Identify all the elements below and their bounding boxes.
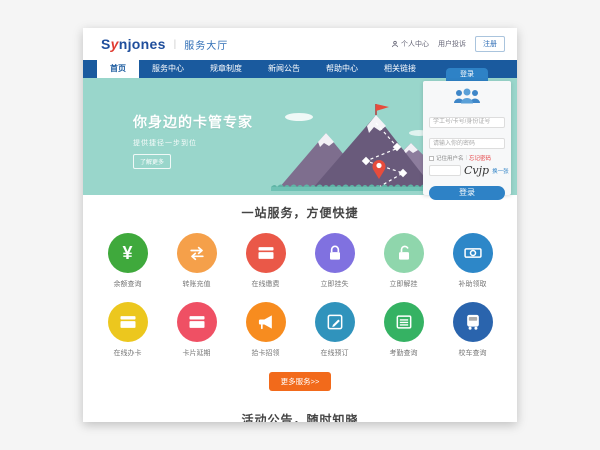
services-title: 一站服务，方便快捷 <box>83 204 517 221</box>
transfer-icon <box>177 233 217 273</box>
service-report-loss[interactable]: 立即挂失 <box>300 233 369 289</box>
card-icon <box>246 233 286 273</box>
hero-text-block: 你身边的卡管专家 提供捷径一步到位 了解更多 <box>133 112 253 169</box>
login-form: 记住用户名 | 忘记密码 Cvjp 换一张 登录 <box>423 81 511 195</box>
browser-page: Synjones | 服务大厅 个人中心 用户投诉 注册 首页 服务中心 规章制… <box>83 28 517 422</box>
service-label: 立即解挂 <box>390 279 418 289</box>
nav-item-rules[interactable]: 规章制度 <box>197 60 255 78</box>
logo-part: S <box>101 36 111 52</box>
service-balance-inquiry[interactable]: ¥ 余额查询 <box>93 233 162 289</box>
user-icon <box>391 40 399 48</box>
service-label: 校车查询 <box>459 348 487 358</box>
hero-cta-button[interactable]: 了解更多 <box>133 154 171 169</box>
personal-center-label: 个人中心 <box>401 39 429 49</box>
forgot-password-link[interactable]: 忘记密码 <box>469 154 491 162</box>
nav-item-service-center[interactable]: 服务中心 <box>139 60 197 78</box>
users-group-icon <box>429 88 505 104</box>
edit-icon <box>315 302 355 342</box>
register-button[interactable]: 注册 <box>475 36 505 52</box>
nav-item-news[interactable]: 新闻公告 <box>255 60 313 78</box>
service-label: 拾卡招领 <box>252 348 280 358</box>
service-card-extension[interactable]: 卡片延期 <box>162 302 231 358</box>
services-section: 一站服务，方便快捷 ¥ 余额查询 转账充值 在线缴费 <box>83 195 517 391</box>
service-label: 在线预订 <box>321 348 349 358</box>
hero-banner: 你身边的卡管专家 提供捷径一步到位 了解更多 <box>83 78 517 195</box>
remember-label: 记住用户名 <box>436 154 464 162</box>
header-right: 个人中心 用户投诉 注册 <box>391 36 505 52</box>
service-online-card-apply[interactable]: 在线办卡 <box>93 302 162 358</box>
service-label: 在线办卡 <box>114 348 142 358</box>
service-transfer-recharge[interactable]: 转账充值 <box>162 233 231 289</box>
nav-item-help-center[interactable]: 帮助中心 <box>313 60 371 78</box>
service-lost-card-found[interactable]: 拾卡招领 <box>231 302 300 358</box>
site-logo[interactable]: Synjones <box>101 36 166 52</box>
service-label: 立即挂失 <box>321 279 349 289</box>
service-subsidy-collect[interactable]: 补助领取 <box>438 233 507 289</box>
login-tab[interactable]: 登录 <box>446 68 488 81</box>
remember-checkbox[interactable] <box>429 156 434 161</box>
logo-part: njones <box>119 36 166 52</box>
logo-accent: y <box>111 36 119 52</box>
yen-icon: ¥ <box>108 233 148 273</box>
more-services-button[interactable]: 更多服务>> <box>269 372 332 391</box>
username-input[interactable] <box>429 117 505 128</box>
services-grid: ¥ 余额查询 转账充值 在线缴费 <box>83 221 517 358</box>
personal-center-link[interactable]: 个人中心 <box>391 39 429 49</box>
service-label: 在线缴费 <box>252 279 280 289</box>
card-icon <box>177 302 217 342</box>
service-label: 考勤查询 <box>390 348 418 358</box>
hero-subtitle: 提供捷径一步到位 <box>133 138 253 148</box>
megaphone-icon <box>246 302 286 342</box>
separator: | <box>466 155 467 161</box>
bus-icon <box>453 302 493 342</box>
attendance-icon <box>384 302 424 342</box>
service-online-booking[interactable]: 在线预订 <box>300 302 369 358</box>
service-attendance-inquiry[interactable]: 考勤查询 <box>369 302 438 358</box>
header-divider: | <box>174 39 177 50</box>
password-input[interactable] <box>429 138 505 149</box>
service-school-bus-inquiry[interactable]: 校车查询 <box>438 302 507 358</box>
banknote-icon <box>453 233 493 273</box>
service-label: 转账充值 <box>183 279 211 289</box>
site-header: Synjones | 服务大厅 个人中心 用户投诉 注册 <box>83 28 517 60</box>
nav-item-home[interactable]: 首页 <box>97 60 139 78</box>
announcements-section: 活动公告，随时知晓 使用动态 最新公告 更多>> 使用指南 更多>> <box>83 411 517 422</box>
card-icon <box>108 302 148 342</box>
service-label: 余额查询 <box>114 279 142 289</box>
remember-row: 记住用户名 | 忘记密码 <box>429 154 505 162</box>
service-online-payment[interactable]: 在线缴费 <box>231 233 300 289</box>
login-panel: 登录 记住用户名 | 忘记密码 <box>423 68 511 195</box>
captcha-row: Cvjp 换一张 <box>429 165 505 176</box>
captcha-image[interactable]: Cvjp <box>464 165 489 176</box>
login-submit-button[interactable]: 登录 <box>429 186 505 200</box>
service-release-loss[interactable]: 立即解挂 <box>369 233 438 289</box>
service-label: 补助领取 <box>459 279 487 289</box>
user-feedback-link[interactable]: 用户投诉 <box>438 39 466 49</box>
service-label: 卡片延期 <box>183 348 211 358</box>
announcements-title: 活动公告，随时知晓 <box>83 411 517 422</box>
site-name: 服务大厅 <box>184 37 228 52</box>
hero-title: 你身边的卡管专家 <box>133 112 253 132</box>
desktop-background: Synjones | 服务大厅 个人中心 用户投诉 注册 首页 服务中心 规章制… <box>0 0 600 450</box>
lock-icon <box>315 233 355 273</box>
captcha-input[interactable] <box>429 165 461 176</box>
unlock-icon <box>384 233 424 273</box>
nav-item-links[interactable]: 相关链接 <box>371 60 429 78</box>
change-captcha-link[interactable]: 换一张 <box>492 167 509 175</box>
